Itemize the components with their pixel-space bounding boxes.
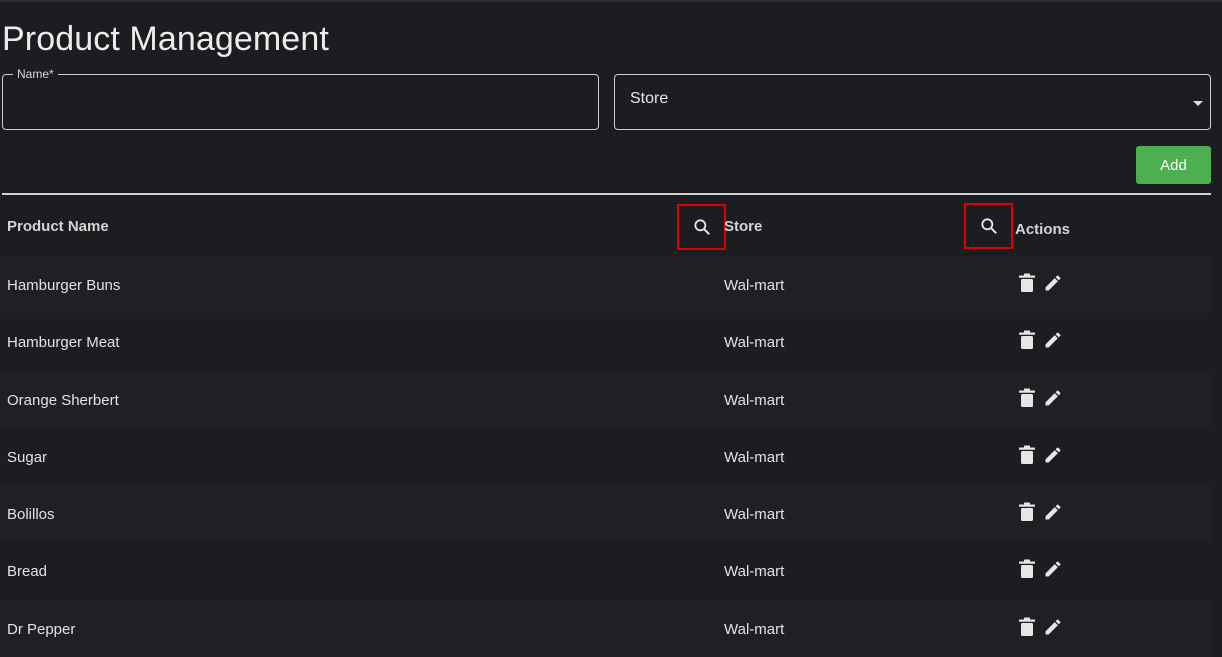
row-actions — [1014, 557, 1066, 581]
pencil-icon[interactable] — [1040, 271, 1066, 295]
table-row: Sugar Wal-mart — [0, 428, 1211, 485]
product-name-cell: Sugar — [7, 449, 48, 466]
name-field-label: Name* — [13, 67, 58, 81]
pencil-icon[interactable] — [1040, 328, 1066, 352]
pencil-icon[interactable] — [1040, 500, 1066, 524]
store-select[interactable]: Store — [614, 74, 1211, 130]
store-cell: Wal-mart — [724, 563, 785, 580]
store-cell: Wal-mart — [724, 506, 785, 523]
table-row: Bread Wal-mart — [0, 542, 1211, 599]
pencil-icon[interactable] — [1040, 443, 1066, 467]
table-row: Hamburger Buns Wal-mart — [0, 256, 1211, 313]
pencil-icon[interactable] — [1040, 386, 1066, 410]
product-name-cell: Hamburger Buns — [7, 277, 121, 294]
product-name-cell: Bolillos — [7, 506, 55, 523]
add-button[interactable]: Add — [1136, 146, 1211, 184]
table-row: Hamburger Meat Wal-mart — [0, 313, 1211, 370]
row-actions — [1014, 328, 1066, 352]
store-search-button[interactable] — [964, 203, 1013, 249]
product-name-cell: Bread — [7, 563, 48, 580]
search-icon — [693, 219, 710, 235]
top-border — [0, 0, 1222, 2]
store-cell: Wal-mart — [724, 449, 785, 466]
trash-icon[interactable] — [1014, 557, 1040, 581]
pencil-icon[interactable] — [1040, 557, 1066, 581]
trash-icon[interactable] — [1014, 615, 1040, 639]
store-cell: Wal-mart — [724, 277, 785, 294]
product-name-cell: Hamburger Meat — [7, 334, 120, 351]
name-field[interactable]: Name* — [2, 67, 599, 130]
store-cell: Wal-mart — [724, 621, 785, 638]
header-actions: Actions — [1015, 221, 1071, 238]
trash-icon[interactable] — [1014, 271, 1040, 295]
header-product-name[interactable]: Product Name — [7, 218, 109, 235]
product-name-cell: Dr Pepper — [7, 621, 76, 638]
trash-icon[interactable] — [1014, 328, 1040, 352]
trash-icon[interactable] — [1014, 386, 1040, 410]
row-actions — [1014, 443, 1066, 467]
page-title: Product Management — [2, 20, 329, 58]
row-actions — [1014, 386, 1066, 410]
row-actions — [1014, 500, 1066, 524]
table-row: Dr Pepper Wal-mart — [0, 600, 1211, 657]
caret-down-icon — [1193, 101, 1203, 106]
trash-icon[interactable] — [1014, 500, 1040, 524]
trash-icon[interactable] — [1014, 443, 1040, 467]
row-actions — [1014, 271, 1066, 295]
product-name-cell: Orange Sherbert — [7, 392, 119, 409]
table-row: Bolillos Wal-mart — [0, 485, 1211, 542]
store-cell: Wal-mart — [724, 392, 785, 409]
header-store[interactable]: Store — [724, 218, 762, 235]
pencil-icon[interactable] — [1040, 615, 1066, 639]
table-row: Orange Sherbert Wal-mart — [0, 371, 1211, 428]
row-actions — [1014, 615, 1066, 639]
product-search-button[interactable] — [677, 204, 726, 250]
search-icon — [980, 218, 997, 234]
store-cell: Wal-mart — [724, 334, 785, 351]
form-divider — [2, 193, 1211, 195]
store-select-value: Store — [630, 90, 669, 107]
